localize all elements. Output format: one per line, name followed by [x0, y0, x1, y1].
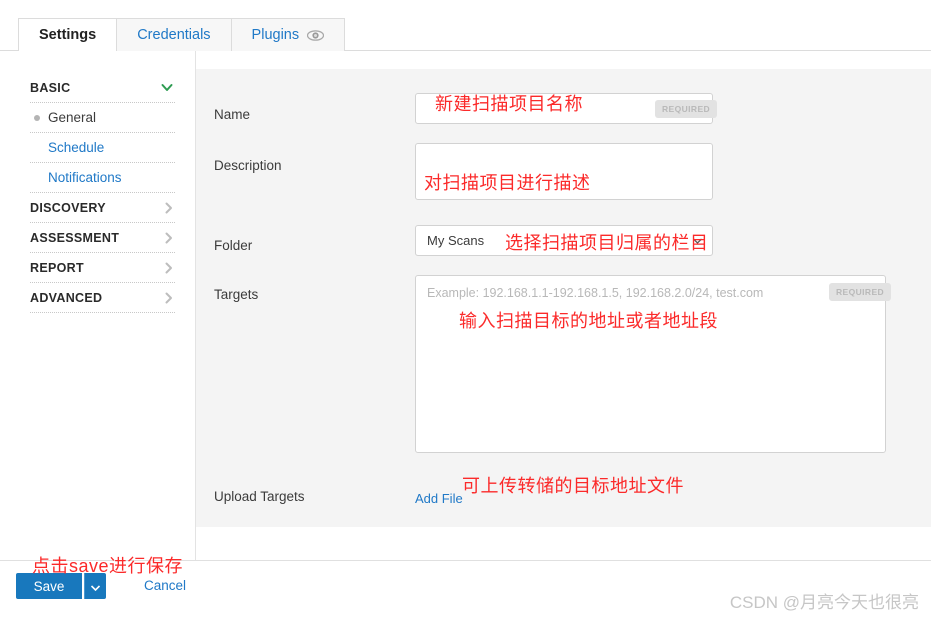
sidebar-item-general[interactable]: General — [30, 103, 175, 133]
upload-targets-label: Upload Targets — [214, 489, 305, 504]
tab-plugins[interactable]: Plugins — [230, 18, 346, 51]
tab-list: Settings Credentials Plugins — [18, 18, 346, 52]
annotation-upload-targets: 可上传转储的目标地址文件 — [462, 476, 684, 496]
sidebar-group-basic: BASIC General Schedule Notifications DIS… — [30, 73, 175, 313]
field-row-targets: Targets Example: 192.168.1.1-192.168.1.5… — [196, 275, 931, 465]
chevron-right-icon — [164, 262, 173, 274]
tab-settings[interactable]: Settings — [18, 18, 117, 52]
name-label: Name — [214, 107, 251, 122]
sidebar-item-basic[interactable]: BASIC — [30, 73, 175, 103]
watermark: CSDN @月亮今天也很亮 — [729, 593, 919, 612]
settings-sidebar: BASIC General Schedule Notifications DIS… — [0, 51, 196, 560]
annotation-save: 点击save进行保存 — [32, 556, 184, 576]
active-bullet-icon — [34, 114, 40, 121]
sidebar-item-report-label: REPORT — [30, 260, 84, 275]
folder-select-value: My Scans — [427, 233, 485, 248]
targets-required-badge: REQUIRED — [829, 283, 892, 301]
sidebar-item-basic-label: BASIC — [30, 80, 71, 95]
tab-plugins-label: Plugins — [251, 27, 300, 43]
sidebar-item-discovery[interactable]: DISCOVERY — [30, 193, 175, 223]
sidebar-item-discovery-label: DISCOVERY — [30, 200, 106, 215]
scan-settings-page: Settings Credentials Plugins BASIC Gener… — [0, 0, 931, 618]
targets-placeholder: Example: 192.168.1.1-192.168.1.5, 192.16… — [427, 286, 764, 300]
targets-label: Targets — [214, 287, 259, 302]
sidebar-item-report[interactable]: REPORT — [30, 253, 175, 283]
sidebar-item-general-label: General — [48, 110, 97, 125]
chevron-right-icon — [164, 202, 173, 214]
chevron-right-icon — [164, 292, 173, 304]
annotation-folder: 选择扫描项目归属的栏目 — [505, 233, 709, 253]
name-required-badge: REQUIRED — [655, 100, 718, 118]
sidebar-item-advanced-label: ADVANCED — [30, 290, 103, 305]
sidebar-item-assessment-label: ASSESSMENT — [30, 230, 120, 245]
scan-form-panel: Name REQUIRED Description Folder My Scan… — [196, 69, 931, 527]
tab-settings-label: Settings — [39, 27, 97, 43]
eye-icon — [306, 29, 325, 41]
annotation-name: 新建扫描项目名称 — [435, 94, 583, 114]
annotation-targets: 输入扫描目标的地址或者地址段 — [459, 311, 718, 331]
sidebar-item-schedule-label: Schedule — [48, 140, 105, 155]
tab-credentials[interactable]: Credentials — [116, 18, 231, 51]
tab-credentials-label: Credentials — [137, 27, 211, 43]
caret-down-icon — [90, 579, 101, 594]
sidebar-item-schedule[interactable]: Schedule — [30, 133, 175, 163]
cancel-button[interactable]: Cancel — [144, 578, 186, 593]
sidebar-item-notifications-label: Notifications — [48, 170, 122, 185]
annotation-description: 对扫描项目进行描述 — [424, 173, 591, 193]
chevron-right-icon — [164, 232, 173, 244]
tab-bar: Settings Credentials Plugins — [0, 0, 931, 52]
add-file-link[interactable]: Add File — [415, 491, 463, 506]
sidebar-item-notifications[interactable]: Notifications — [30, 163, 175, 193]
folder-label: Folder — [214, 238, 253, 253]
sidebar-item-assessment[interactable]: ASSESSMENT — [30, 223, 175, 253]
targets-textarea[interactable] — [415, 275, 886, 453]
description-label: Description — [214, 158, 282, 173]
sidebar-item-advanced[interactable]: ADVANCED — [30, 283, 175, 313]
chevron-down-icon — [161, 83, 173, 92]
